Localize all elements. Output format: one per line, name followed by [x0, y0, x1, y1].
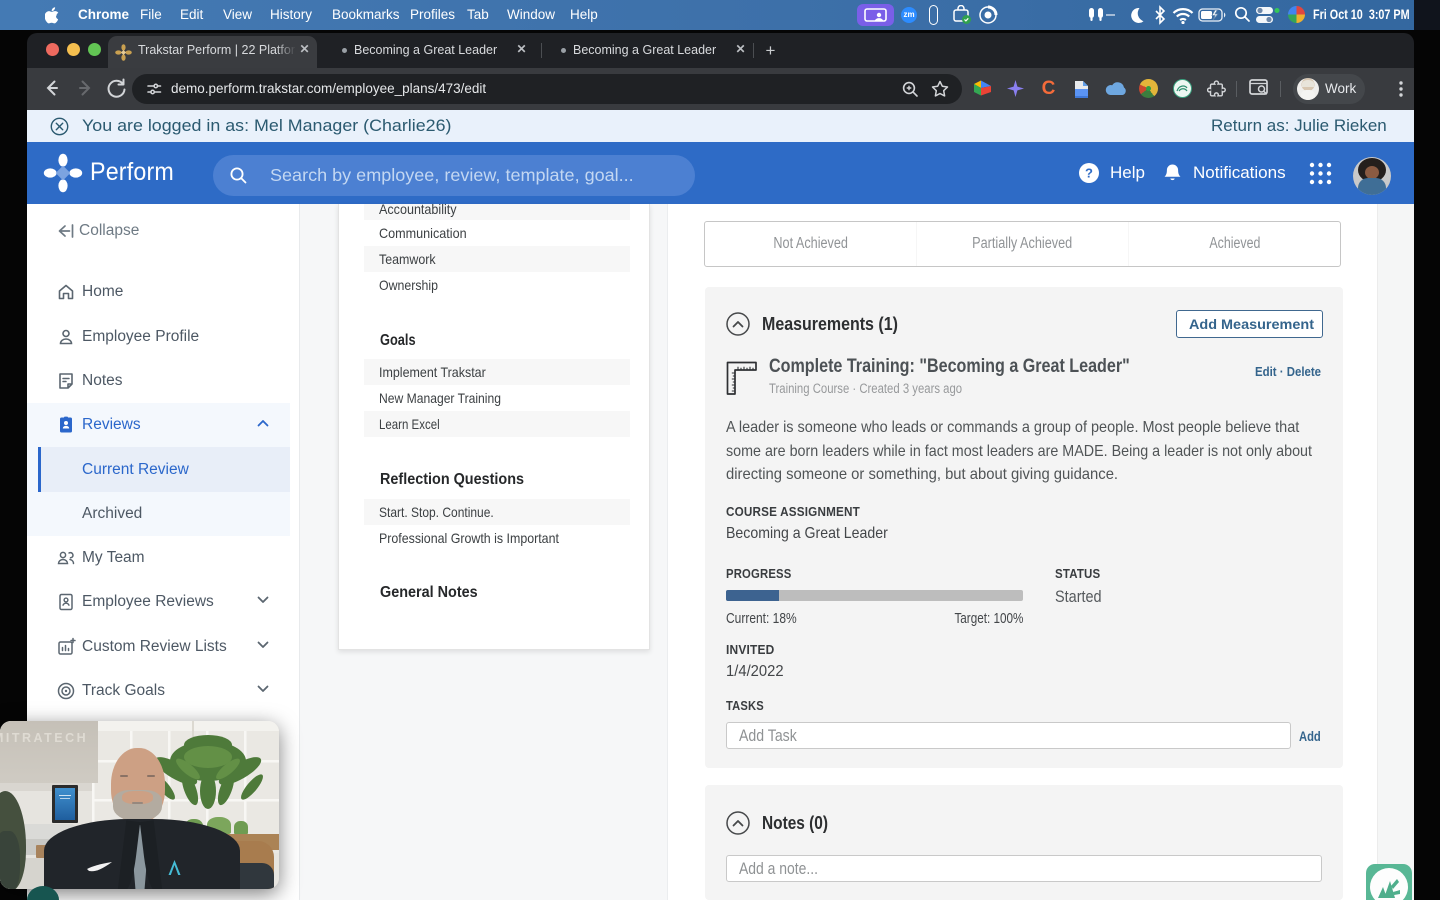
svg-text:?: ?	[1085, 166, 1093, 181]
